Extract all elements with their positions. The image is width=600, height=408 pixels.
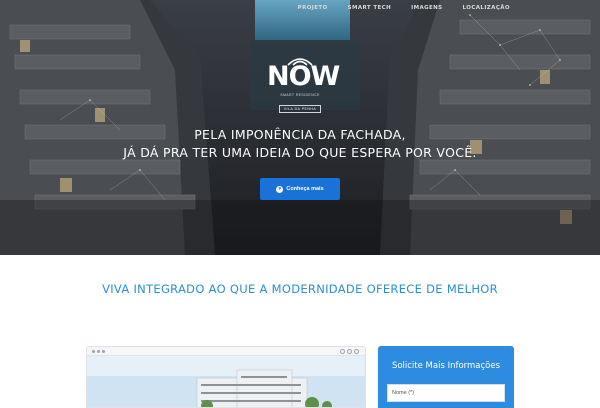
section-title: VIVA INTEGRADO AO QUE A MODERNIDADE OFER… bbox=[102, 282, 498, 296]
hero-headline-line2: JÁ DÁ PRA TER UMA IDEIA DO QUE ESPERA PO… bbox=[123, 145, 477, 160]
nav-imagens[interactable]: IMAGENS bbox=[411, 5, 442, 11]
info-request-form: Solicite Mais Informações Nome (*) bbox=[378, 346, 514, 408]
building-render-image bbox=[87, 356, 365, 407]
hero-headline-line1: PELA IMPONÊNCIA DA FACHADA, bbox=[194, 127, 406, 142]
logo-badge: VILA DA PENHA bbox=[278, 105, 322, 113]
browser-toolbar bbox=[87, 347, 365, 356]
nav-localizacao[interactable]: LOCALIZAÇÃO bbox=[463, 5, 510, 11]
cta-label: Conheça mais bbox=[286, 186, 324, 192]
chevron-down-icon: ▾ bbox=[276, 185, 284, 193]
window-dots bbox=[92, 350, 105, 353]
nav-projeto[interactable]: PROJETO bbox=[298, 5, 328, 11]
hero-headline: PELA IMPONÊNCIA DA FACHADA, JÁ DÁ PRA TE… bbox=[0, 126, 600, 162]
nav-smart-tech[interactable]: SMART TECH bbox=[348, 5, 392, 11]
name-field[interactable]: Nome (*) bbox=[387, 384, 505, 402]
conheca-mais-button[interactable]: ▾ Conheça mais bbox=[260, 178, 340, 200]
logo-tagline: SMART RESIDENCE bbox=[280, 93, 320, 97]
top-navigation: PROJETO SMART TECH IMAGENS LOCALIZAÇÃO bbox=[278, 5, 510, 11]
now-logo[interactable]: NOW SMART RESIDENCE VILA DA PENHA bbox=[267, 58, 340, 115]
form-title: Solicite Mais Informações bbox=[391, 361, 501, 371]
hero-banner: PROJETO SMART TECH IMAGENS LOCALIZAÇÃO N… bbox=[0, 0, 600, 255]
logo-wordmark: NOW bbox=[267, 61, 340, 92]
wifi-arc-icon bbox=[287, 58, 313, 66]
browser-mockup bbox=[86, 346, 366, 408]
window-controls bbox=[340, 349, 359, 354]
